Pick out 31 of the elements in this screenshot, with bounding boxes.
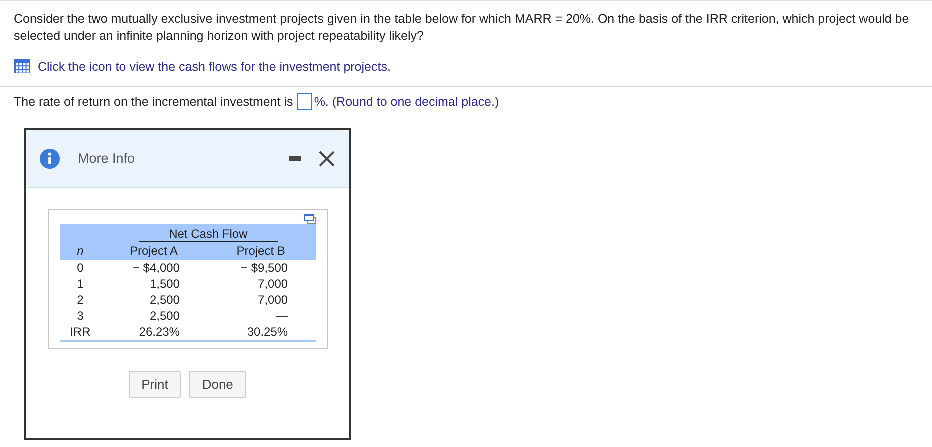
table-cell-text: — [275,309,288,323]
column-header: n [60,242,102,260]
table-cell: 0 [60,260,102,276]
table-cell-text: 1,500 [148,277,180,291]
table-cell-text: 1 [76,276,85,292]
table-cell: IRR [60,324,102,341]
info-icon [40,148,60,168]
answer-field[interactable] [297,93,312,110]
table-cell-text: − $4,000 [132,261,180,275]
table-cell-text: 2,500 [148,293,180,307]
dialog-title: More Info [78,151,136,166]
table-cell-text: − $9,500 [240,261,288,275]
table-cell-text: 2 [76,292,85,308]
close-button[interactable] [319,150,335,166]
dialog-button[interactable]: Done [189,371,246,398]
table-icon[interactable] [14,59,31,74]
table-cell-text: 30.25% [246,325,288,339]
answer-hint: %. (Round to one decimal place.) [314,94,500,108]
column-header: Project B [206,242,316,260]
dialog-button[interactable]: Print [128,371,182,398]
table-cell-text: 7,000 [257,293,288,307]
table-cell-text: 2,500 [148,309,180,323]
question-text: Consider the two mutually exclusive investment projects given in the table below for which MARR = 20%. On the basis of the IRR criterion, which project would be selected under an infinite planning horizon with project repeatability likely? [13,11,910,45]
answer-prompt: The rate of return on the incremental investment is [14,94,294,108]
minimize-button[interactable] [289,156,301,162]
table-cell-text: 3 [76,308,85,324]
table-cell-text: 26.23% [138,325,180,339]
table-link[interactable]: Click the icon to view the cash flows for the investment projects. [38,60,391,74]
popout-icon[interactable] [304,214,316,224]
table-cell-text: 7,000 [257,277,288,291]
column-header: Project A [101,242,207,260]
